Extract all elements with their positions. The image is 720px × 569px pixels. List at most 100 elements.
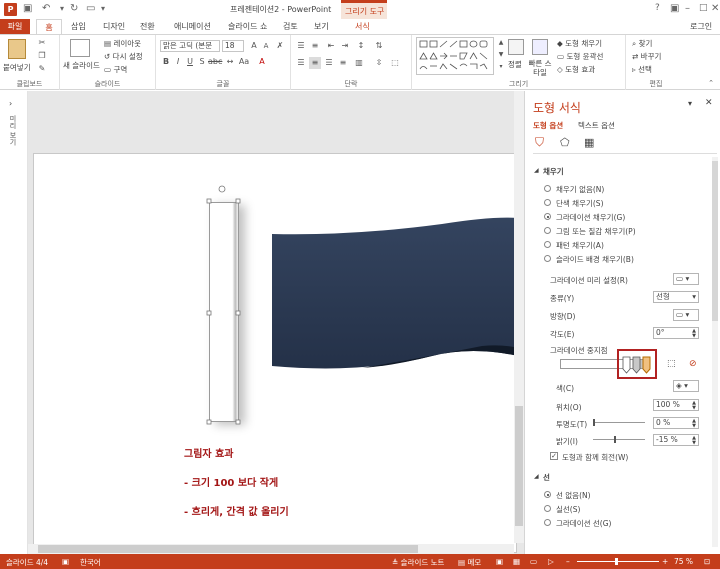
close-icon[interactable]: ✕	[711, 3, 719, 14]
tab-file[interactable]: 파일	[0, 19, 30, 34]
gallery-down-icon[interactable]: ▼	[495, 49, 507, 61]
maximize-icon[interactable]: □	[699, 3, 708, 13]
type-dropdown[interactable]: 선형 ▾	[653, 291, 699, 303]
pane-options-icon[interactable]: ▾	[688, 99, 692, 108]
expand-thumbnails-icon[interactable]: ›	[9, 99, 12, 108]
gradient-stop-3[interactable]	[642, 356, 651, 374]
minimize-icon[interactable]: –	[685, 3, 690, 14]
transparency-slider-thumb[interactable]	[593, 419, 595, 426]
resize-handle-bl[interactable]	[206, 419, 212, 425]
rotate-with-shape-checkbox[interactable]: ✓	[550, 452, 558, 460]
zoom-out-icon[interactable]: –	[566, 557, 570, 566]
tab-animations[interactable]: 애니메이션	[174, 21, 211, 32]
label-pattern-fill[interactable]: 패턴 채우기(A)	[556, 240, 604, 251]
remove-stop-icon[interactable]: ⊘	[689, 359, 697, 369]
tab-text-options[interactable]: 텍스트 옵션	[578, 120, 615, 131]
format-painter-icon[interactable]: ✎	[36, 63, 48, 75]
position-spinner-icon[interactable]: ▲ ▼	[692, 401, 696, 411]
resize-handle-mr[interactable]	[235, 310, 241, 316]
label-no-line[interactable]: 선 없음(N)	[556, 490, 591, 501]
line-section-header[interactable]: 선	[543, 472, 550, 483]
slideshow-icon[interactable]: ▭	[86, 3, 95, 14]
sign-in-link[interactable]: 로그인	[690, 21, 712, 32]
layout-button[interactable]: ▤ 레이아웃	[104, 38, 141, 49]
radio-background-fill[interactable]	[544, 255, 551, 262]
undo-icon[interactable]: ↶	[42, 3, 50, 14]
clear-format-icon[interactable]: ✗	[274, 40, 286, 52]
zoom-slider-thumb[interactable]	[615, 558, 618, 565]
radio-gradient-fill[interactable]	[544, 213, 551, 220]
section-button[interactable]: ▭ 구역	[104, 64, 127, 75]
tab-design[interactable]: 디자인	[103, 21, 125, 32]
select-button[interactable]: ▹ 선택	[632, 64, 652, 75]
decrease-indent-icon[interactable]: ⇤	[325, 40, 337, 52]
increase-indent-icon[interactable]: ⇥	[339, 40, 351, 52]
arrange-button[interactable]: 정렬	[508, 59, 522, 70]
direction-dropdown[interactable]: ▭ ▾	[673, 309, 699, 321]
label-picture-fill[interactable]: 그림 또는 질감 채우기(P)	[556, 226, 636, 237]
tab-home[interactable]: 홈	[36, 19, 62, 35]
tab-view[interactable]: 보기	[314, 21, 329, 32]
radio-no-line[interactable]	[544, 491, 551, 498]
new-slide-icon[interactable]	[70, 39, 90, 57]
shape-outline-button[interactable]: ▭ 도형 윤곽선	[557, 51, 603, 62]
comments-button[interactable]: ▤ 메모	[458, 557, 481, 568]
angle-input[interactable]: 0° ▲ ▼	[653, 327, 699, 339]
gradient-stop-1[interactable]	[622, 356, 631, 374]
label-solid-line[interactable]: 실선(S)	[556, 504, 580, 515]
brightness-spinner-icon[interactable]: ▲ ▼	[692, 436, 696, 446]
redo-icon[interactable]: ↻	[70, 3, 78, 14]
slide-canvas[interactable]: 그림자 효과 - 크기 100 보다 작게 - 흐리게, 간격 값 올리기	[28, 91, 524, 554]
transparency-slider[interactable]	[593, 419, 645, 426]
resize-handle-br[interactable]	[235, 419, 241, 425]
shadow-text-icon[interactable]: S	[196, 56, 208, 68]
resize-handle-ml[interactable]	[206, 310, 212, 316]
font-name-combo[interactable]: 맑은 고딕 (본문	[160, 40, 220, 52]
shapes-gallery[interactable]	[416, 37, 494, 75]
slide-sorter-icon[interactable]: ▦	[513, 557, 520, 566]
label-gradient-fill[interactable]: 그라데이션 채우기(G)	[556, 212, 625, 223]
replace-button[interactable]: ⇄ 바꾸기	[632, 51, 661, 62]
align-left-icon[interactable]: ☰	[295, 57, 307, 69]
save-icon[interactable]: ▣	[23, 3, 32, 14]
strikethrough-icon[interactable]: abc	[208, 56, 222, 68]
paste-icon[interactable]	[8, 39, 26, 59]
radio-gradient-line[interactable]	[544, 519, 551, 526]
zoom-level[interactable]: 75 %	[674, 557, 693, 566]
brightness-slider[interactable]	[593, 436, 645, 443]
grow-font-icon[interactable]: A	[248, 40, 260, 52]
bold-icon[interactable]: B	[160, 56, 172, 68]
notes-button[interactable]: ≜ 슬라이드 노트	[392, 557, 444, 568]
tab-transitions[interactable]: 전환	[140, 21, 155, 32]
customize-qat-icon[interactable]: ▾	[101, 4, 105, 13]
numbering-icon[interactable]: ≡	[309, 40, 321, 52]
shape-fill-button[interactable]: ◆ 도형 채우기	[557, 38, 602, 49]
label-no-fill[interactable]: 채우기 없음(N)	[556, 184, 604, 195]
powerpoint-icon[interactable]: P	[4, 3, 17, 16]
effects-icon[interactable]: ⬠	[560, 136, 570, 149]
align-text-icon[interactable]: ⇳	[373, 57, 385, 69]
horizontal-scrollbar[interactable]	[28, 544, 514, 554]
brightness-input[interactable]: -15 % ▲ ▼	[653, 434, 699, 446]
change-case-icon[interactable]: Aa	[238, 56, 250, 68]
quick-styles-icon[interactable]	[532, 39, 548, 55]
pane-close-icon[interactable]: ✕	[705, 98, 713, 108]
reading-view-icon[interactable]: ▭	[530, 557, 537, 566]
transparency-spinner-icon[interactable]: ▲ ▼	[692, 419, 696, 429]
resize-handle-tr[interactable]	[235, 198, 241, 204]
font-size-combo[interactable]: 18	[222, 40, 244, 52]
normal-view-icon[interactable]: ▣	[496, 557, 503, 566]
add-stop-icon[interactable]: ⬚	[667, 359, 676, 369]
undo-dropdown-icon[interactable]: ▾	[60, 4, 64, 13]
gradient-stop-2[interactable]	[632, 356, 641, 374]
collapse-ribbon-icon[interactable]: ⌃	[705, 77, 717, 89]
tab-shape-options[interactable]: 도형 옵션	[533, 120, 563, 131]
quick-styles-button[interactable]: 빠른 스타일	[526, 59, 554, 77]
label-solid-fill[interactable]: 단색 채우기(S)	[556, 198, 604, 209]
tab-insert[interactable]: 삽입	[71, 21, 86, 32]
zoom-in-icon[interactable]: +	[662, 557, 668, 566]
size-properties-icon[interactable]: ▦	[584, 136, 594, 149]
find-button[interactable]: ⌕ 찾기	[632, 38, 652, 49]
spelling-icon[interactable]: ▣	[62, 557, 69, 566]
horizontal-scroll-thumb[interactable]	[38, 545, 418, 553]
